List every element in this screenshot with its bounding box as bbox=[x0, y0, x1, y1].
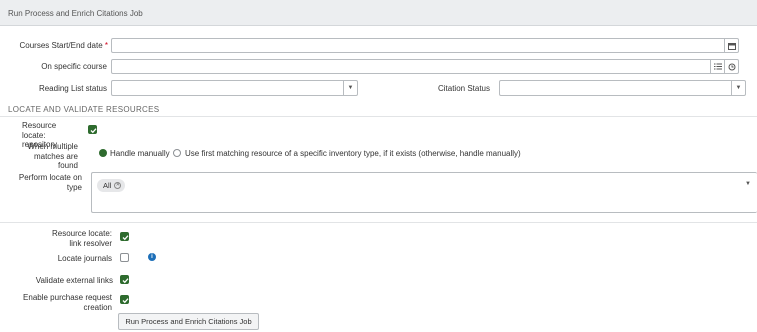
required-marker: * bbox=[104, 41, 108, 50]
handle-manually-label: Handle manually bbox=[110, 149, 170, 158]
check-icon bbox=[90, 128, 97, 134]
validate-links-label: Validate external links bbox=[35, 276, 113, 285]
remove-chip-icon[interactable]: ✕ bbox=[114, 182, 122, 189]
type-chip-all[interactable]: All ✕ bbox=[97, 179, 126, 192]
locate-journals-label: Locate journals bbox=[57, 254, 112, 263]
chevron-down-icon[interactable]: ▼ bbox=[731, 81, 745, 95]
page-title: Run Process and Enrich Citations Job bbox=[8, 9, 143, 18]
first-matching-label: Use first matching resource of a specifi… bbox=[185, 149, 521, 158]
calendar-icon[interactable] bbox=[724, 39, 738, 52]
validate-links-checkbox[interactable] bbox=[120, 275, 129, 284]
courses-date-label: Courses Start/End date * bbox=[19, 41, 108, 50]
perform-locate-multiselect[interactable]: All ✕ ▼ bbox=[91, 172, 757, 213]
repository-checkbox[interactable] bbox=[88, 125, 97, 134]
citation-status-select[interactable]: ▼ bbox=[499, 80, 746, 96]
locate-journals-checkbox[interactable] bbox=[120, 253, 129, 262]
reading-list-status-label: Reading List status bbox=[38, 84, 107, 93]
check-icon bbox=[122, 298, 129, 304]
specific-course-label: On specific course bbox=[41, 62, 107, 71]
reading-list-status-select[interactable]: ▼ bbox=[111, 80, 358, 96]
section-title: LOCATE AND VALIDATE RESOURCES bbox=[8, 105, 160, 114]
run-job-button[interactable]: Run Process and Enrich Citations Job bbox=[118, 313, 259, 330]
chip-label: All bbox=[103, 181, 112, 190]
info-icon[interactable]: i bbox=[148, 253, 156, 261]
multiple-matches-label: When multiple matches are found bbox=[27, 142, 78, 170]
purchase-request-label: Enable purchase request creation bbox=[23, 293, 112, 312]
page-header: Run Process and Enrich Citations Job bbox=[0, 0, 757, 26]
chevron-down-icon[interactable]: ▼ bbox=[745, 181, 751, 187]
purchase-request-checkbox[interactable] bbox=[120, 295, 129, 304]
divider bbox=[0, 222, 757, 223]
first-matching-radio[interactable] bbox=[173, 149, 181, 157]
specific-course-field[interactable] bbox=[111, 59, 739, 74]
check-icon bbox=[122, 278, 129, 284]
link-resolver-checkbox[interactable] bbox=[120, 232, 129, 241]
citation-status-label: Citation Status bbox=[437, 84, 490, 93]
perform-locate-label: Perform locate on type bbox=[18, 173, 82, 192]
check-icon bbox=[122, 235, 129, 241]
handle-manually-radio[interactable] bbox=[99, 149, 107, 157]
history-icon[interactable] bbox=[724, 60, 738, 73]
link-resolver-label: Resource locate: link resolver bbox=[51, 229, 112, 248]
list-icon[interactable] bbox=[710, 60, 724, 73]
courses-date-field[interactable] bbox=[111, 38, 739, 53]
divider bbox=[0, 116, 757, 117]
chevron-down-icon[interactable]: ▼ bbox=[343, 81, 357, 95]
